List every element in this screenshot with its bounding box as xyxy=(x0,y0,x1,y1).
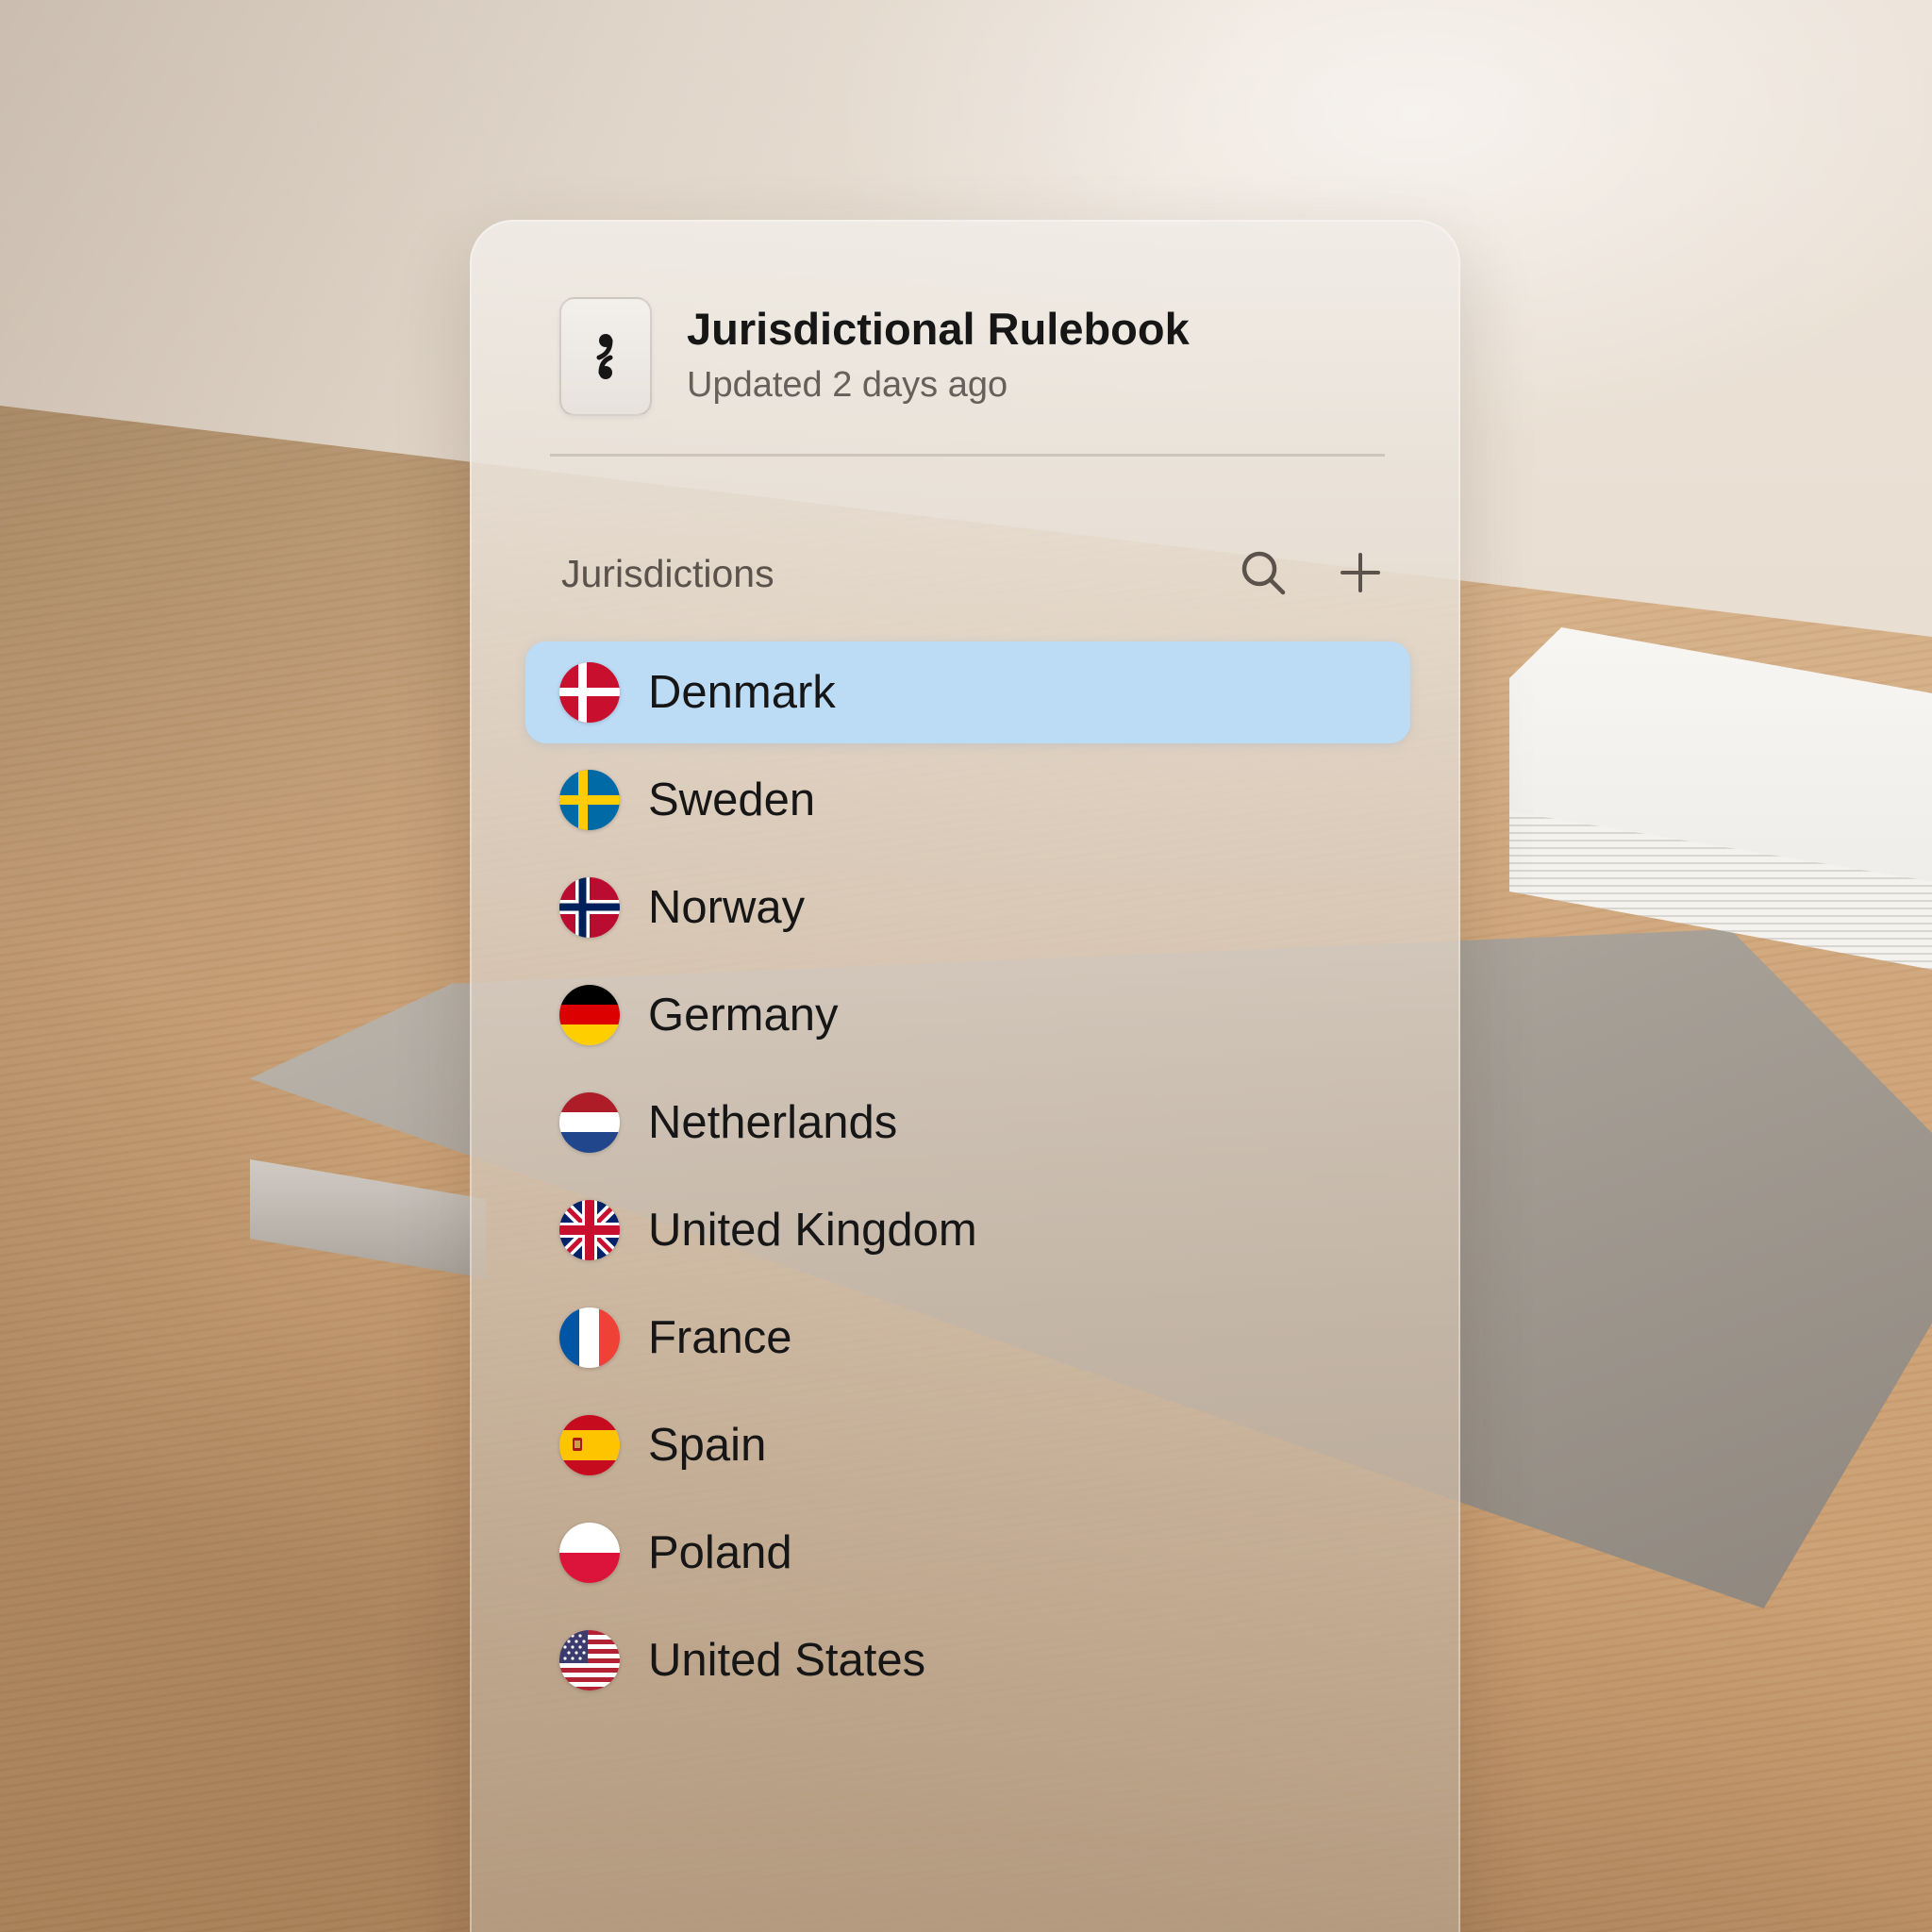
app-title: Jurisdictional Rulebook xyxy=(687,304,1190,354)
header-divider xyxy=(550,454,1385,457)
jurisdiction-label: Poland xyxy=(648,1527,792,1578)
jurisdiction-item-sweden[interactable]: Sweden xyxy=(525,749,1410,851)
jurisdiction-label: United Kingdom xyxy=(648,1205,977,1256)
jurisdiction-label: United States xyxy=(648,1635,926,1686)
app-subtitle: Updated 2 days ago xyxy=(687,365,1008,405)
add-jurisdiction-button[interactable] xyxy=(1334,546,1387,599)
plus-icon xyxy=(1341,553,1380,592)
jurisdiction-item-denmark[interactable]: Denmark xyxy=(525,641,1410,743)
jurisdiction-item-united-kingdom[interactable]: United Kingdom xyxy=(525,1179,1410,1281)
jurisdiction-item-netherlands[interactable]: Netherlands xyxy=(525,1072,1410,1174)
jurisdiction-item-norway[interactable]: Norway xyxy=(525,857,1410,958)
search-button[interactable] xyxy=(1237,546,1290,599)
netherlands-flag-icon xyxy=(559,1092,620,1153)
sweden-flag-icon xyxy=(559,770,620,830)
section-title: Jurisdictions xyxy=(561,552,774,595)
germany-flag-icon xyxy=(559,985,620,1045)
semicolon-icon xyxy=(559,297,652,416)
jurisdiction-label: Sweden xyxy=(648,774,816,825)
jurisdiction-list: Denmark Sweden Norway Germany Netherland… xyxy=(525,641,1410,1717)
norway-flag-icon xyxy=(559,877,620,938)
poland-flag-icon xyxy=(559,1523,620,1583)
jurisdiction-item-germany[interactable]: Germany xyxy=(525,964,1410,1066)
jurisdiction-item-spain[interactable]: Spain xyxy=(525,1394,1410,1496)
france-flag-icon xyxy=(559,1307,620,1368)
search-icon xyxy=(1241,551,1286,595)
denmark-flag-icon xyxy=(559,662,620,723)
jurisdiction-label: Germany xyxy=(648,990,839,1041)
usa-flag-icon xyxy=(559,1630,620,1690)
jurisdiction-item-poland[interactable]: Poland xyxy=(525,1502,1410,1604)
jurisdiction-label: France xyxy=(648,1312,792,1363)
jurisdiction-label: Norway xyxy=(648,882,806,933)
jurisdictions-panel: Jurisdictional Rulebook Updated 2 days a… xyxy=(470,220,1460,1932)
panel-header: Jurisdictional Rulebook Updated 2 days a… xyxy=(559,297,1404,416)
uk-flag-icon xyxy=(559,1200,620,1260)
jurisdiction-label: Netherlands xyxy=(648,1097,898,1148)
jurisdiction-item-united-states[interactable]: United States xyxy=(525,1609,1410,1711)
jurisdiction-label: Spain xyxy=(648,1420,767,1471)
jurisdiction-label: Denmark xyxy=(648,667,836,718)
spain-flag-icon xyxy=(559,1415,620,1475)
jurisdiction-item-france[interactable]: France xyxy=(525,1287,1410,1389)
